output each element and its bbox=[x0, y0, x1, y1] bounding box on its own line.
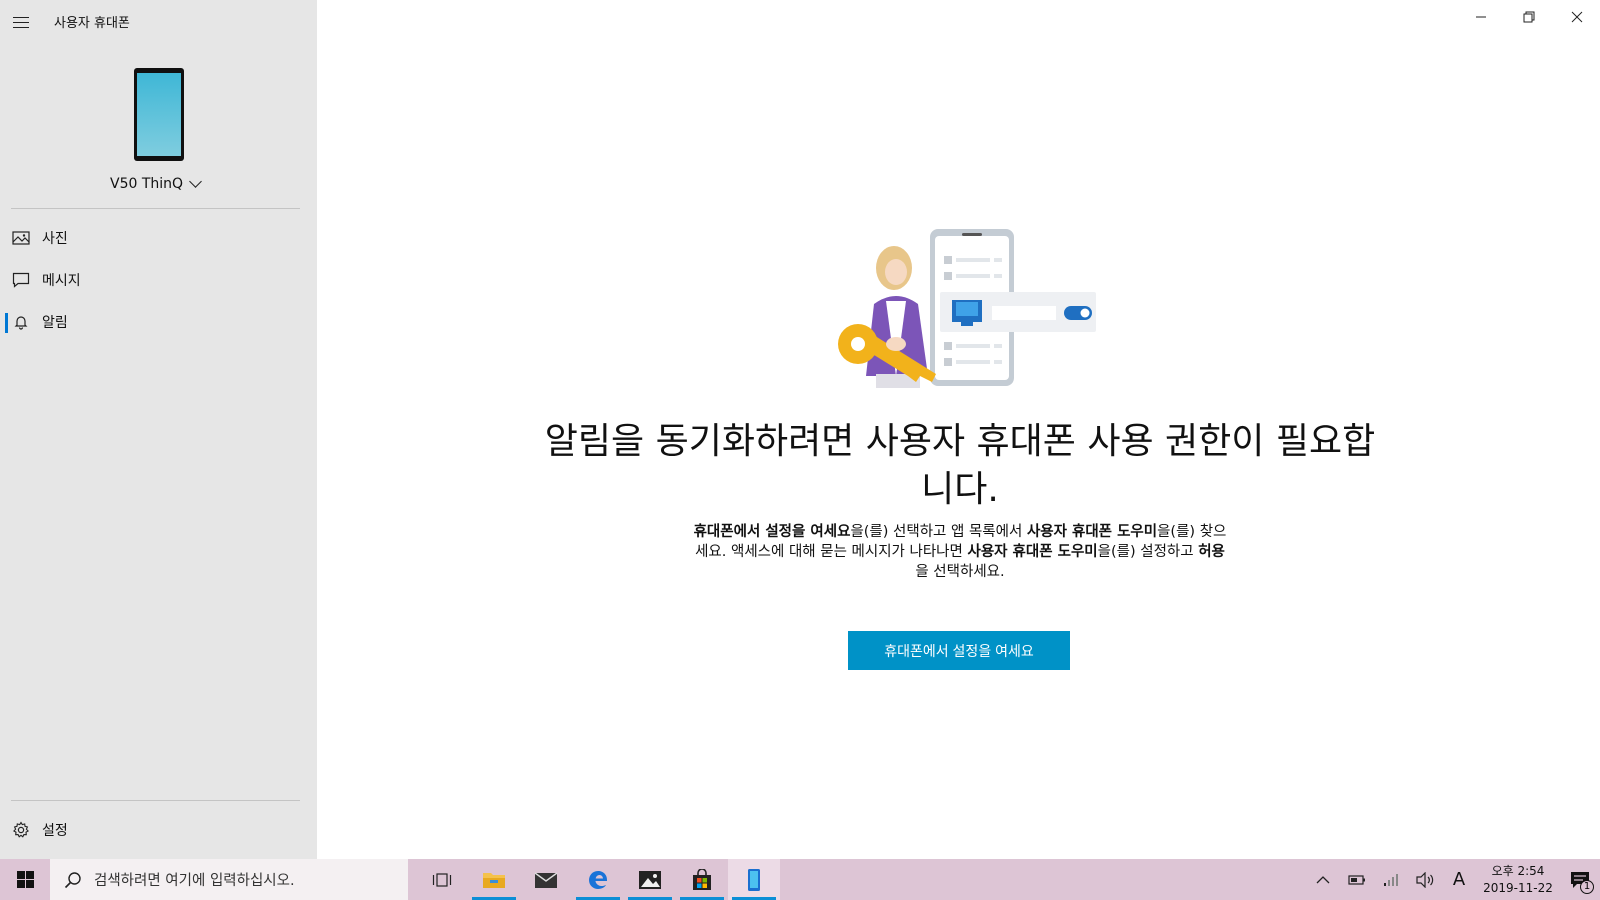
message-icon bbox=[12, 271, 30, 289]
sidebar-item-label: 사진 bbox=[42, 231, 68, 247]
photos-icon bbox=[639, 870, 661, 889]
start-button[interactable] bbox=[0, 859, 50, 900]
permission-illustration bbox=[838, 229, 1096, 388]
sidebar-item-label: 메시지 bbox=[42, 273, 81, 289]
search-placeholder: 검색하려면 여기에 입력하십시오. bbox=[94, 873, 295, 889]
minimize-button[interactable] bbox=[1458, 0, 1504, 34]
sidebar-item-photos[interactable]: 사진 bbox=[0, 219, 317, 257]
chevron-up-icon bbox=[1316, 875, 1330, 883]
instructions-bold: 허용 bbox=[1198, 544, 1225, 560]
restore-button[interactable] bbox=[1506, 0, 1552, 34]
sidebar-divider-top bbox=[11, 208, 300, 209]
gear-icon bbox=[12, 821, 30, 839]
taskbar-task-view[interactable] bbox=[416, 859, 468, 900]
store-icon bbox=[693, 868, 711, 890]
sidebar-item-label: 알림 bbox=[42, 315, 68, 331]
taskbar: 검색하려면 여기에 입력하십시오. A 오후 2:54 2019-11-22 1 bbox=[0, 859, 1600, 900]
network-button[interactable] bbox=[1374, 859, 1408, 900]
device-name-label: V50 ThinQ bbox=[110, 176, 184, 192]
taskbar-edge[interactable] bbox=[572, 859, 624, 900]
instructions-text: 휴대폰에서 설정을 여세요을(를) 선택하고 앱 목록에서 사용자 휴대폰 도우… bbox=[690, 522, 1230, 582]
instructions-text-part: 을 선택하세요. bbox=[915, 564, 1005, 580]
restore-icon bbox=[1523, 11, 1535, 23]
photo-icon bbox=[12, 229, 30, 247]
chevron-down-icon bbox=[189, 175, 202, 188]
device-selector[interactable]: V50 ThinQ bbox=[110, 175, 202, 192]
search-icon bbox=[64, 871, 81, 888]
taskbar-photos[interactable] bbox=[624, 859, 676, 900]
show-hidden-icons-button[interactable] bbox=[1306, 859, 1340, 900]
edge-icon bbox=[589, 870, 608, 889]
taskbar-store[interactable] bbox=[676, 859, 728, 900]
battery-button[interactable] bbox=[1340, 859, 1374, 900]
clock-date: 2019-11-22 bbox=[1483, 880, 1553, 895]
instructions-bold: 휴대폰에서 설정을 여세요 bbox=[693, 524, 851, 540]
sidebar-divider-bottom bbox=[11, 800, 300, 801]
your-phone-icon bbox=[748, 868, 760, 891]
sidebar-item-messages[interactable]: 메시지 bbox=[0, 261, 317, 299]
app-title: 사용자 휴대폰 bbox=[54, 16, 130, 31]
action-center-button[interactable]: 1 bbox=[1560, 859, 1600, 900]
sidebar: 사용자 휴대폰 V50 ThinQ 사진 메시지 알림 설정 bbox=[0, 0, 317, 859]
phone-image bbox=[134, 68, 184, 161]
notification-count-badge: 1 bbox=[1580, 880, 1594, 894]
instructions-text-part: 을(를) 선택하고 앱 목록에서 bbox=[850, 524, 1027, 540]
open-settings-on-phone-button[interactable]: 휴대폰에서 설정을 여세요 bbox=[848, 631, 1070, 670]
taskbar-search-input[interactable]: 검색하려면 여기에 입력하십시오. bbox=[50, 859, 408, 900]
network-signal-icon bbox=[1384, 873, 1398, 886]
file-explorer-icon bbox=[483, 872, 505, 888]
taskbar-mail[interactable] bbox=[520, 859, 572, 900]
close-button[interactable] bbox=[1554, 0, 1600, 34]
mail-icon bbox=[534, 871, 558, 888]
sidebar-item-notifications[interactable]: 알림 bbox=[0, 303, 317, 341]
taskbar-file-explorer[interactable] bbox=[468, 859, 520, 900]
windows-logo-icon bbox=[16, 871, 34, 888]
close-icon bbox=[1571, 11, 1583, 23]
task-view-icon bbox=[432, 872, 452, 887]
bell-icon bbox=[12, 313, 30, 331]
instructions-bold: 사용자 휴대폰 도우미 bbox=[1026, 524, 1158, 540]
battery-icon bbox=[1348, 874, 1365, 885]
instructions-bold: 사용자 휴대폰 도우미 bbox=[967, 544, 1098, 560]
taskbar-clock[interactable]: 오후 2:54 2019-11-22 bbox=[1476, 863, 1560, 897]
system-tray: A 오후 2:54 2019-11-22 1 bbox=[1306, 859, 1600, 900]
taskbar-your-phone[interactable] bbox=[728, 859, 780, 900]
volume-icon bbox=[1416, 871, 1434, 888]
sidebar-item-settings[interactable]: 설정 bbox=[0, 811, 317, 849]
volume-button[interactable] bbox=[1408, 859, 1442, 900]
clock-time: 오후 2:54 bbox=[1491, 863, 1545, 878]
hamburger-menu-button[interactable] bbox=[9, 10, 33, 34]
page-headline: 알림을 동기화하려면 사용자 휴대폰 사용 권한이 필요합니다. bbox=[544, 421, 1376, 510]
minimize-icon bbox=[1476, 16, 1486, 18]
settings-label: 설정 bbox=[42, 823, 68, 839]
instructions-text-part: 을(를) 설정하고 bbox=[1097, 544, 1199, 560]
input-language-button[interactable]: A bbox=[1442, 859, 1476, 900]
